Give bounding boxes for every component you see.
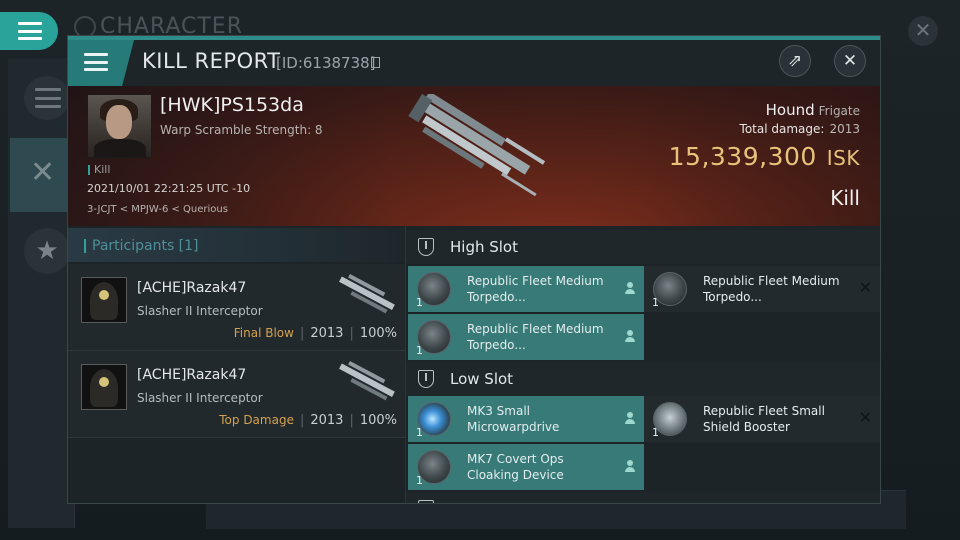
participants-panel: Participants [1] [ACHE]Razak47 Slasher I… [68, 226, 406, 503]
participant-percent: 100% [359, 326, 397, 341]
result-label: Kill [830, 186, 860, 210]
warp-scramble-strength: Warp Scramble Strength: 8 [160, 123, 323, 137]
hamburger-icon [84, 53, 108, 71]
module-slot[interactable]: 1 Republic Fleet Medium Torpedo... [408, 266, 644, 312]
participant-row[interactable]: [ACHE]Razak47 Slasher II Interceptor Top… [68, 351, 405, 438]
main-menu-button[interactable] [0, 12, 58, 50]
module-quantity: 1 [652, 426, 659, 439]
next-slot-header [406, 492, 880, 503]
module-name: MK3 Small Microwarpdrive [467, 404, 560, 434]
rail-menu-button[interactable] [24, 76, 70, 120]
participant-avatar [81, 364, 127, 410]
victim-ship: Hound Frigate [766, 101, 860, 119]
background-close-button[interactable]: ✕ [908, 16, 938, 46]
module-slot[interactable]: 1 Republic Fleet Medium Torpedo... [408, 314, 644, 360]
total-damage-value: 2013 [829, 122, 860, 136]
participant-ship-image [339, 274, 395, 314]
kill-report-dialog: KILL REPORT [ID:6138738] ⇗ ✕ [HWK]PS153d… [67, 35, 881, 504]
victim-ship-image[interactable] [388, 94, 558, 214]
dialog-title: KILL REPORT [142, 49, 281, 73]
module-quantity: 1 [652, 296, 659, 309]
fitting-panel: High Slot 1 Republic Fleet Medium Torped… [406, 226, 880, 503]
module-name: Republic Fleet Medium Torpedo... [703, 274, 840, 304]
slot-icon [418, 500, 434, 503]
participant-name: [ACHE]Razak47 [137, 280, 247, 296]
participant-ship: Slasher II Interceptor [137, 391, 263, 405]
participants-header: Participants [1] [68, 228, 405, 262]
participant-stats: Final Blow | 2013 | 100% [233, 326, 397, 341]
dialog-menu-button[interactable] [68, 40, 134, 86]
dialog-titlebar: KILL REPORT [ID:6138738] ⇗ ✕ [68, 40, 880, 86]
low-slot-label: Low Slot [450, 370, 514, 388]
pilot-icon [624, 282, 636, 295]
high-slot-icon [418, 238, 434, 256]
isk-amount: 15,339,300 [668, 142, 817, 171]
kill-tag: Kill [88, 163, 110, 176]
destroyed-icon: ✕ [858, 408, 872, 427]
high-slot-label: High Slot [450, 238, 518, 256]
kill-location[interactable]: 3-JCJT < MPJW-6 < Querious [87, 204, 228, 215]
module-quantity: 1 [416, 344, 423, 357]
module-slot[interactable]: 1 MK7 Covert Ops Cloaking Device [408, 444, 644, 490]
module-name: Republic Fleet Medium Torpedo... [467, 322, 604, 352]
isk-unit: ISK [826, 146, 860, 170]
low-slot-header: Low Slot [406, 362, 880, 396]
module-slot[interactable]: 1 MK3 Small Microwarpdrive [408, 396, 644, 442]
pilot-icon [624, 330, 636, 343]
close-icon: ✕ [842, 51, 858, 71]
module-slot[interactable]: 1 Republic Fleet Small Shield Booster ✕ [644, 396, 880, 442]
module-slot[interactable]: 1 Republic Fleet Medium Torpedo... ✕ [644, 266, 880, 312]
participant-ship-image [339, 361, 395, 401]
crossed-swords-icon[interactable]: ✕ [30, 155, 55, 190]
total-damage: Total damage: 2013 [740, 122, 860, 136]
participant-ship: Slasher II Interceptor [137, 304, 263, 318]
star-icon[interactable]: ★ [24, 228, 70, 274]
close-button[interactable]: ✕ [834, 45, 866, 77]
victim-name[interactable]: [HWK]PS153da [160, 94, 304, 116]
pilot-icon [624, 412, 636, 425]
victim-portrait[interactable] [87, 94, 152, 158]
share-button[interactable]: ⇗ [779, 45, 811, 77]
kill-id: [ID:6138738] [276, 54, 376, 72]
victim-banner: [HWK]PS153da Warp Scramble Strength: 8 K… [68, 86, 880, 226]
participant-name: [ACHE]Razak47 [137, 367, 247, 383]
module-name: MK7 Covert Ops Cloaking Device [467, 452, 564, 482]
kill-datetime: 2021/10/01 22:21:25 UTC -10 [87, 182, 251, 195]
destroyed-icon: ✕ [858, 278, 872, 297]
participant-row[interactable]: [ACHE]Razak47 Slasher II Interceptor Fin… [68, 264, 405, 351]
total-damage-label: Total damage: [739, 122, 825, 136]
low-slot-icon [418, 370, 434, 388]
isk-value: 15,339,300 ISK [669, 142, 860, 171]
participant-stats: Top Damage | 2013 | 100% [219, 413, 397, 428]
high-slot-header: High Slot [406, 230, 880, 264]
participant-damage: 2013 [310, 326, 344, 341]
external-link-icon: ⇗ [787, 51, 803, 71]
participant-avatar [81, 277, 127, 323]
side-rail [8, 58, 75, 528]
module-quantity: 1 [416, 296, 423, 309]
pilot-icon [624, 460, 636, 473]
participant-tag: Final Blow [233, 326, 294, 340]
copy-icon[interactable] [371, 57, 380, 68]
hamburger-icon [18, 22, 42, 40]
victim-ship-class: Frigate [818, 104, 860, 118]
victim-ship-name[interactable]: Hound [766, 101, 815, 119]
menu-icon [35, 88, 61, 108]
participants-header-label: Participants [1] [92, 238, 199, 254]
participant-damage: 2013 [310, 413, 344, 428]
module-quantity: 1 [416, 474, 423, 487]
participant-tag: Top Damage [219, 413, 294, 427]
participant-percent: 100% [359, 413, 397, 428]
module-name: Republic Fleet Medium Torpedo... [467, 274, 604, 304]
module-name: Republic Fleet Small Shield Booster [703, 404, 825, 434]
module-quantity: 1 [416, 426, 423, 439]
